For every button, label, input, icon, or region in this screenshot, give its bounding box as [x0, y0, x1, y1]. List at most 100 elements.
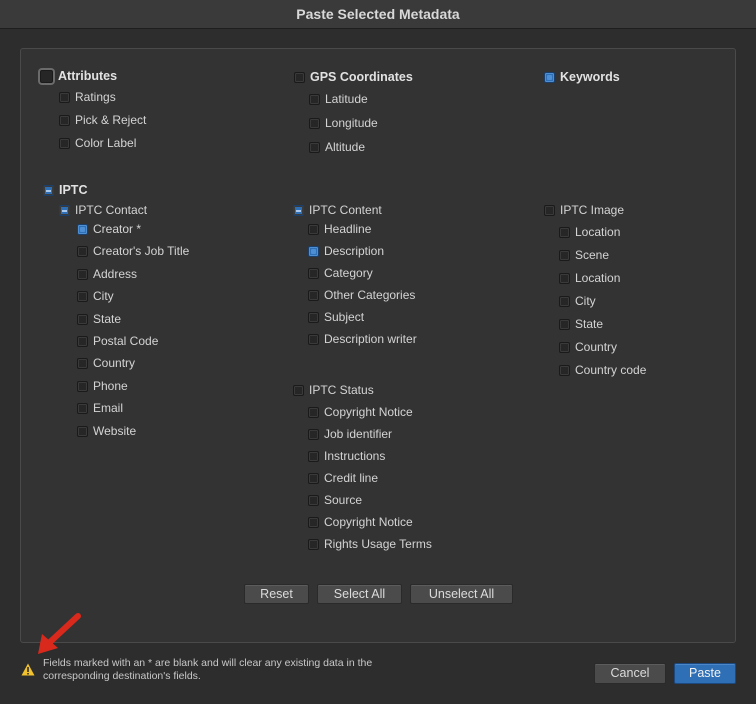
attributes-group[interactable]: Attributes: [40, 68, 117, 84]
iptc-contact-checkbox[interactable]: [59, 204, 70, 216]
checkbox[interactable]: [308, 333, 319, 345]
contact-postal-code[interactable]: Postal Code: [77, 333, 158, 349]
status-copyright-notice[interactable]: Copyright Notice: [308, 404, 413, 420]
checkbox[interactable]: [559, 318, 570, 330]
checkbox[interactable]: [77, 402, 88, 414]
select-all-button[interactable]: Select All: [317, 584, 402, 604]
iptc-image-label: IPTC Image: [560, 203, 625, 217]
status-source[interactable]: Source: [308, 492, 362, 508]
contact-address[interactable]: Address: [77, 266, 137, 282]
iptc-image-group[interactable]: IPTC Image: [544, 202, 624, 218]
checkbox[interactable]: [308, 450, 319, 462]
checkbox[interactable]: [59, 137, 70, 149]
image-scene[interactable]: Scene: [559, 247, 609, 263]
gps-checkbox[interactable]: [294, 71, 305, 83]
checkbox[interactable]: [308, 245, 319, 257]
cancel-button[interactable]: Cancel: [594, 663, 666, 684]
keywords-group[interactable]: Keywords: [544, 69, 620, 85]
image-city[interactable]: City: [559, 293, 596, 309]
gps-altitude[interactable]: Altitude: [309, 139, 365, 155]
contact-state[interactable]: State: [77, 311, 121, 327]
contact-website[interactable]: Website: [77, 423, 136, 439]
status-rights-usage-terms[interactable]: Rights Usage Terms: [308, 536, 432, 552]
contact-email[interactable]: Email: [77, 400, 123, 416]
status-job-identifier[interactable]: Job identifier: [308, 426, 392, 442]
content-description-writer[interactable]: Description writer: [308, 331, 417, 347]
checkbox[interactable]: [77, 245, 88, 257]
checkbox[interactable]: [77, 290, 88, 302]
attr-ratings[interactable]: Ratings: [59, 89, 116, 105]
checkbox[interactable]: [77, 313, 88, 325]
content-other-categories[interactable]: Other Categories: [308, 287, 415, 303]
image-location[interactable]: Location: [559, 224, 620, 240]
checkbox[interactable]: [559, 341, 570, 353]
checkbox[interactable]: [308, 494, 319, 506]
contact-job-title[interactable]: Creator's Job Title: [77, 243, 189, 259]
attributes-label: Attributes: [58, 69, 118, 83]
checkbox[interactable]: [308, 289, 319, 301]
iptc-content-checkbox[interactable]: [293, 204, 304, 216]
keywords-checkbox[interactable]: [544, 71, 555, 83]
iptc-status-group[interactable]: IPTC Status: [293, 382, 374, 398]
contact-phone[interactable]: Phone: [77, 378, 128, 394]
attr-pick-reject[interactable]: Pick & Reject: [59, 112, 146, 128]
checkbox[interactable]: [77, 223, 88, 235]
checkbox-label: Subject: [324, 310, 365, 324]
checkbox[interactable]: [308, 311, 319, 323]
checkbox[interactable]: [309, 117, 320, 129]
image-location-2[interactable]: Location: [559, 270, 620, 286]
content-category[interactable]: Category: [308, 265, 373, 281]
checkbox[interactable]: [77, 357, 88, 369]
content-headline[interactable]: Headline: [308, 221, 371, 237]
checkbox[interactable]: [308, 223, 319, 235]
image-state[interactable]: State: [559, 316, 603, 332]
contact-city[interactable]: City: [77, 288, 114, 304]
gps-latitude[interactable]: Latitude: [309, 91, 368, 107]
checkbox[interactable]: [308, 516, 319, 528]
checkbox[interactable]: [59, 114, 70, 126]
checkbox[interactable]: [559, 364, 570, 376]
checkbox-label: Scene: [575, 248, 610, 262]
checkbox[interactable]: [309, 93, 320, 105]
status-copyright-notice-2[interactable]: Copyright Notice: [308, 514, 413, 530]
iptc-content-group[interactable]: IPTC Content: [293, 202, 382, 218]
checkbox-label: Creator's Job Title: [93, 244, 190, 258]
checkbox[interactable]: [59, 91, 70, 103]
unselect-all-button[interactable]: Unselect All: [410, 584, 513, 604]
checkbox-label: State: [93, 312, 122, 326]
checkbox[interactable]: [559, 295, 570, 307]
attributes-checkbox[interactable]: [40, 69, 53, 83]
image-country-code[interactable]: Country code: [559, 362, 646, 378]
checkbox[interactable]: [559, 249, 570, 261]
content-subject[interactable]: Subject: [308, 309, 364, 325]
iptc-contact-group[interactable]: IPTC Contact: [59, 202, 147, 218]
image-country[interactable]: Country: [559, 339, 617, 355]
checkbox[interactable]: [77, 380, 88, 392]
contact-country[interactable]: Country: [77, 355, 135, 371]
paste-button[interactable]: Paste: [674, 663, 736, 684]
iptc-group[interactable]: IPTC: [43, 182, 87, 198]
checkbox[interactable]: [308, 428, 319, 440]
checkbox[interactable]: [77, 335, 88, 347]
iptc-image-checkbox[interactable]: [544, 204, 555, 216]
checkbox[interactable]: [309, 141, 320, 153]
gps-longitude[interactable]: Longitude: [309, 115, 378, 131]
status-instructions[interactable]: Instructions: [308, 448, 385, 464]
gps-group[interactable]: GPS Coordinates: [294, 69, 413, 85]
status-credit-line[interactable]: Credit line: [308, 470, 378, 486]
checkbox[interactable]: [308, 472, 319, 484]
checkbox[interactable]: [77, 268, 88, 280]
checkbox[interactable]: [308, 267, 319, 279]
checkbox-label: Creator *: [93, 222, 142, 236]
reset-button[interactable]: Reset: [244, 584, 309, 604]
checkbox[interactable]: [77, 425, 88, 437]
attr-color-label[interactable]: Color Label: [59, 135, 136, 151]
checkbox[interactable]: [308, 538, 319, 550]
iptc-checkbox[interactable]: [43, 184, 54, 196]
checkbox[interactable]: [559, 272, 570, 284]
iptc-status-checkbox[interactable]: [293, 384, 304, 396]
content-description[interactable]: Description: [308, 243, 384, 259]
checkbox[interactable]: [559, 226, 570, 238]
contact-creator[interactable]: Creator *: [77, 221, 141, 237]
checkbox[interactable]: [308, 406, 319, 418]
